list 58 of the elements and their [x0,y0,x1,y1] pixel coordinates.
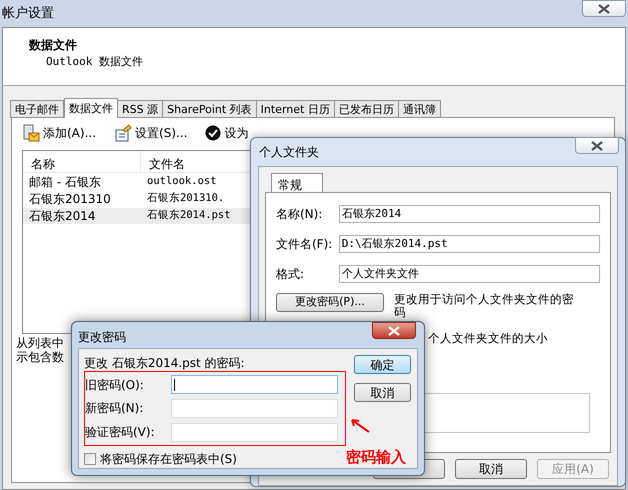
table-cell-text: outlook.ost [146,174,218,190]
header-title: 数据文件 [29,37,78,54]
tab[interactable]: Internet 日历 [256,100,335,118]
close-button[interactable] [575,137,619,154]
close-button[interactable] [372,322,416,339]
checkbox[interactable] [84,453,96,465]
text-cursor [174,378,175,391]
cancel-button[interactable]: 取消 [354,383,411,402]
dialog-title: 个人文件夹 [259,144,319,161]
table-cell-text: 石银东201310 [28,191,112,208]
table-cell-text: 石银东2014 [28,208,97,225]
mail-add-icon [22,124,40,142]
table-cell-text: 石银东201310. [146,191,226,206]
close-icon [591,140,603,150]
close-icon [598,4,610,14]
tab[interactable]: 通讯簿 [398,100,441,118]
close-button[interactable] [582,0,626,17]
field-label: 名称(N): [276,206,324,223]
password-field[interactable] [171,375,338,394]
field-label: 旧密码(O): [85,376,145,394]
checkbox-label: 将密码保存在密码表中(S) [100,451,237,468]
tab[interactable]: 常规 [271,173,323,193]
toolbar-button[interactable]: 添加(A)... [22,124,96,142]
annotation-arrow [349,417,371,433]
toolbar-button[interactable]: 设置(S)... [114,124,188,142]
text-field[interactable]: 石银东2014 [338,205,600,223]
toolbar-button[interactable]: 设为 [205,124,248,142]
change-password-button[interactable]: 更改密码(P)... [276,293,384,312]
ok-button[interactable]: 确定 [354,355,411,374]
hint-text: 从列表中 [16,336,64,350]
button-description: 更改用于访问个人文件夹文件的密码 [394,293,575,319]
settings-icon [114,124,132,142]
field-label: 文件名(F): [276,236,334,253]
password-field[interactable] [171,422,338,442]
text-field[interactable]: 个人文件夹文件 [338,265,600,283]
tab[interactable]: RSS 源 [117,100,164,118]
table-cell-text: 邮箱 - 石银东 [28,174,102,191]
hint-text: 示包含数 [16,350,64,364]
tab[interactable]: SharePoint 列表 [162,100,257,118]
field-label: 新密码(N): [85,400,144,418]
close-icon [388,326,400,336]
annotation-text: 密码输入 [346,447,406,468]
table-cell-text: 石银东2014.pst [146,208,232,224]
prompt-text: 更改 石银东2014.pst 的密码: [84,355,246,371]
field-label: 验证密码(V): [85,424,156,442]
dialog-button[interactable]: 取消 [455,459,527,479]
text-field[interactable]: D:\石银东2014.pst [338,235,600,253]
field-label: 格式: [276,266,306,283]
button-description: 个人文件夹文件的大小 [428,330,548,347]
tab[interactable]: 数据文件 [64,98,118,118]
dialog-title: 更改密码 [78,329,126,346]
password-field[interactable] [171,398,338,418]
column-header[interactable]: 名称 [23,151,141,172]
window-title: 帐户设置 [2,5,54,23]
check-circle-icon [205,125,222,141]
tab[interactable]: 电子邮件 [10,100,64,118]
header-subtitle: Outlook 数据文件 [46,54,144,70]
tab[interactable]: 已发布日历 [334,100,399,118]
